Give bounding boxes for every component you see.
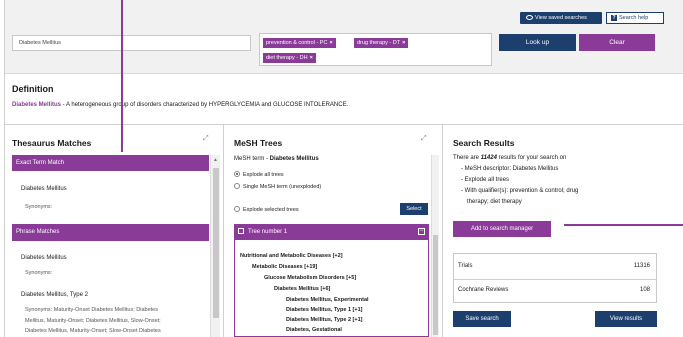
search-results-heading: Search Results — [453, 138, 515, 148]
phrase-match-synonyms-cont: Mellitus, Maturity-Onset; Diabetes Melli… — [25, 318, 161, 324]
expand-icon[interactable]: ⤢ — [421, 135, 427, 143]
count-label: Trials — [458, 263, 473, 269]
callout-line-vertical — [121, 0, 123, 152]
tag-label: drug therapy - DT — [357, 40, 401, 46]
tree-item[interactable]: Nutritional and Metabolic Diseases [+2] — [240, 253, 343, 259]
tree-item[interactable]: Diabetes Mellitus, Type 1 [+1] — [286, 307, 362, 313]
remove-tag-icon[interactable]: × — [329, 40, 332, 46]
option-label: Explode selected trees — [243, 207, 299, 213]
result-count: 11424 — [480, 155, 497, 161]
mesh-trees-heading: MeSH Trees — [234, 138, 283, 148]
mesh-scrollbar[interactable] — [431, 155, 439, 337]
option-label: Single MeSH term (unexploded) — [243, 184, 322, 190]
phrase-match-synonyms-cont: Diabetes Mellitus, Maturity-Onset; Slow-… — [25, 328, 161, 334]
mesh-term-line: MeSH term - Diabetes Mellitus — [234, 156, 319, 162]
view-saved-label: View saved searches — [535, 15, 587, 21]
summary-post: results for your search on — [496, 155, 567, 161]
explode-selected-option[interactable]: Explode selected trees — [234, 206, 299, 213]
search-bar-area: View saved searches ? Search help Diabete… — [5, 0, 683, 74]
qualifier-tag[interactable]: prevention & control - PC × — [263, 38, 336, 48]
column-divider — [442, 125, 443, 337]
tag-label: prevention & control - PC — [266, 40, 328, 46]
search-help-label: Search help — [619, 15, 649, 21]
tree-number-header[interactable]: Tree number 1 − — [234, 224, 429, 240]
phrase-matches-header: Phrase Matches — [12, 224, 209, 241]
remove-tag-icon[interactable]: × — [402, 40, 405, 46]
phrase-match-term[interactable]: Diabetes Mellitus — [21, 255, 67, 261]
tree-item[interactable]: Diabetes Mellitus, Experimental — [286, 297, 369, 303]
remove-tag-icon[interactable]: × — [310, 55, 313, 61]
callout-line-horizontal — [564, 224, 683, 226]
definition-text: Diabetes Mellitus - A heterogeneous grou… — [12, 102, 348, 108]
tree-item[interactable]: Diabetes Mellitus [+6] — [274, 286, 330, 292]
count-value: 108 — [639, 287, 650, 293]
definition-body: - A heterogeneous group of disorders cha… — [61, 102, 349, 108]
tree-item[interactable]: Diabetes Mellitus, Type 2 [+1] — [286, 317, 362, 323]
criteria-text: Explode all trees — [464, 177, 510, 183]
checkbox-icon[interactable] — [238, 228, 244, 234]
mesh-term: Diabetes Mellitus — [269, 156, 319, 162]
criteria-item: therapy; diet therapy — [467, 199, 522, 205]
view-saved-searches-button[interactable]: View saved searches — [520, 12, 602, 24]
search-input[interactable]: Diabetes Mellitus — [12, 35, 251, 51]
count-divider — [454, 279, 656, 280]
results-count-box: Trials 11316 Cochrane Reviews 108 — [453, 253, 657, 303]
exact-match-header: Exact Term Match — [12, 155, 209, 171]
count-row-trials[interactable]: Trials 11316 — [458, 263, 654, 269]
radio-icon[interactable] — [234, 183, 240, 189]
criteria-text: MeSH descriptor: Diabetes Mellitus — [464, 166, 559, 172]
tree-item[interactable]: Glucose Metabolism Disorders [+5] — [264, 275, 356, 281]
qualifier-tag[interactable]: drug therapy - DT × — [354, 38, 409, 48]
definition-term[interactable]: Diabetes Mellitus — [12, 102, 61, 108]
tag-label: diet therapy - DH — [266, 55, 308, 61]
tree-list: Nutritional and Metabolic Diseases [+2] … — [234, 240, 429, 337]
definition-heading: Definition — [12, 84, 54, 94]
thesaurus-heading: Thesaurus Matches — [12, 138, 92, 148]
count-value: 11316 — [633, 263, 650, 269]
results-summary: There are 11424 results for your search … — [453, 155, 566, 161]
search-help-button[interactable]: ? Search help — [606, 12, 664, 24]
view-results-button[interactable]: View results — [595, 311, 657, 327]
criteria-text: With qualifier(s): prevention & control;… — [464, 188, 579, 194]
page-frame: View saved searches ? Search help Diabete… — [4, 0, 683, 337]
qualifier-tag[interactable]: diet therapy - DH × — [263, 53, 316, 63]
scroll-thumb[interactable] — [213, 168, 219, 318]
option-label: Explode all trees — [243, 172, 284, 178]
clear-button[interactable]: Clear — [579, 34, 655, 51]
select-button[interactable]: Select — [400, 203, 428, 215]
tree-item[interactable]: Diabetes, Gestational — [286, 327, 342, 333]
phrase-match-synonyms: Synonyms: — [25, 270, 53, 276]
tree-header-label: Tree number 1 — [248, 229, 288, 235]
qualifier-tag-box[interactable]: prevention & control - PC × drug therapy … — [259, 33, 492, 66]
save-search-button[interactable]: Save search — [453, 311, 511, 327]
look-up-button[interactable]: Look up — [499, 34, 576, 51]
exact-match-term[interactable]: Diabetes Mellitus — [21, 186, 67, 192]
exact-match-synonyms: Synonyms: — [25, 204, 53, 210]
criteria-text: therapy; diet therapy — [467, 199, 522, 205]
tree-item[interactable]: Metabolic Diseases [+19] — [252, 264, 317, 270]
scroll-thumb[interactable] — [433, 235, 438, 335]
criteria-item: - With qualifier(s): prevention & contro… — [461, 188, 579, 194]
criteria-item: - MeSH descriptor: Diabetes Mellitus — [461, 166, 559, 172]
criteria-item: - Explode all trees — [461, 177, 510, 183]
section-divider — [5, 124, 683, 125]
phrase-match-synonyms: Synonyms: Maturity-Onset Diabetes Mellit… — [25, 307, 158, 313]
column-divider — [223, 125, 224, 337]
collapse-icon[interactable]: − — [418, 228, 425, 235]
add-to-search-manager-button[interactable]: Add to search manager — [453, 221, 551, 237]
summary-pre: There are — [453, 155, 481, 161]
question-icon: ? — [611, 15, 617, 21]
phrase-match-term[interactable]: Diabetes Mellitus, Type 2 — [21, 292, 88, 298]
count-label: Cochrane Reviews — [458, 287, 509, 293]
radio-selected-icon[interactable] — [234, 171, 240, 177]
scroll-up-icon[interactable]: ▲ — [213, 157, 218, 163]
thesaurus-scrollbar[interactable]: ▲ — [210, 155, 220, 337]
mesh-term-prefix: MeSH term - — [234, 156, 270, 162]
single-term-option[interactable]: Single MeSH term (unexploded) — [234, 183, 321, 190]
eye-icon — [526, 15, 533, 20]
radio-icon[interactable] — [234, 206, 240, 212]
expand-icon[interactable]: ⤢ — [203, 135, 209, 143]
count-row-reviews[interactable]: Cochrane Reviews 108 — [458, 287, 654, 293]
explode-all-option[interactable]: Explode all trees — [234, 171, 284, 178]
